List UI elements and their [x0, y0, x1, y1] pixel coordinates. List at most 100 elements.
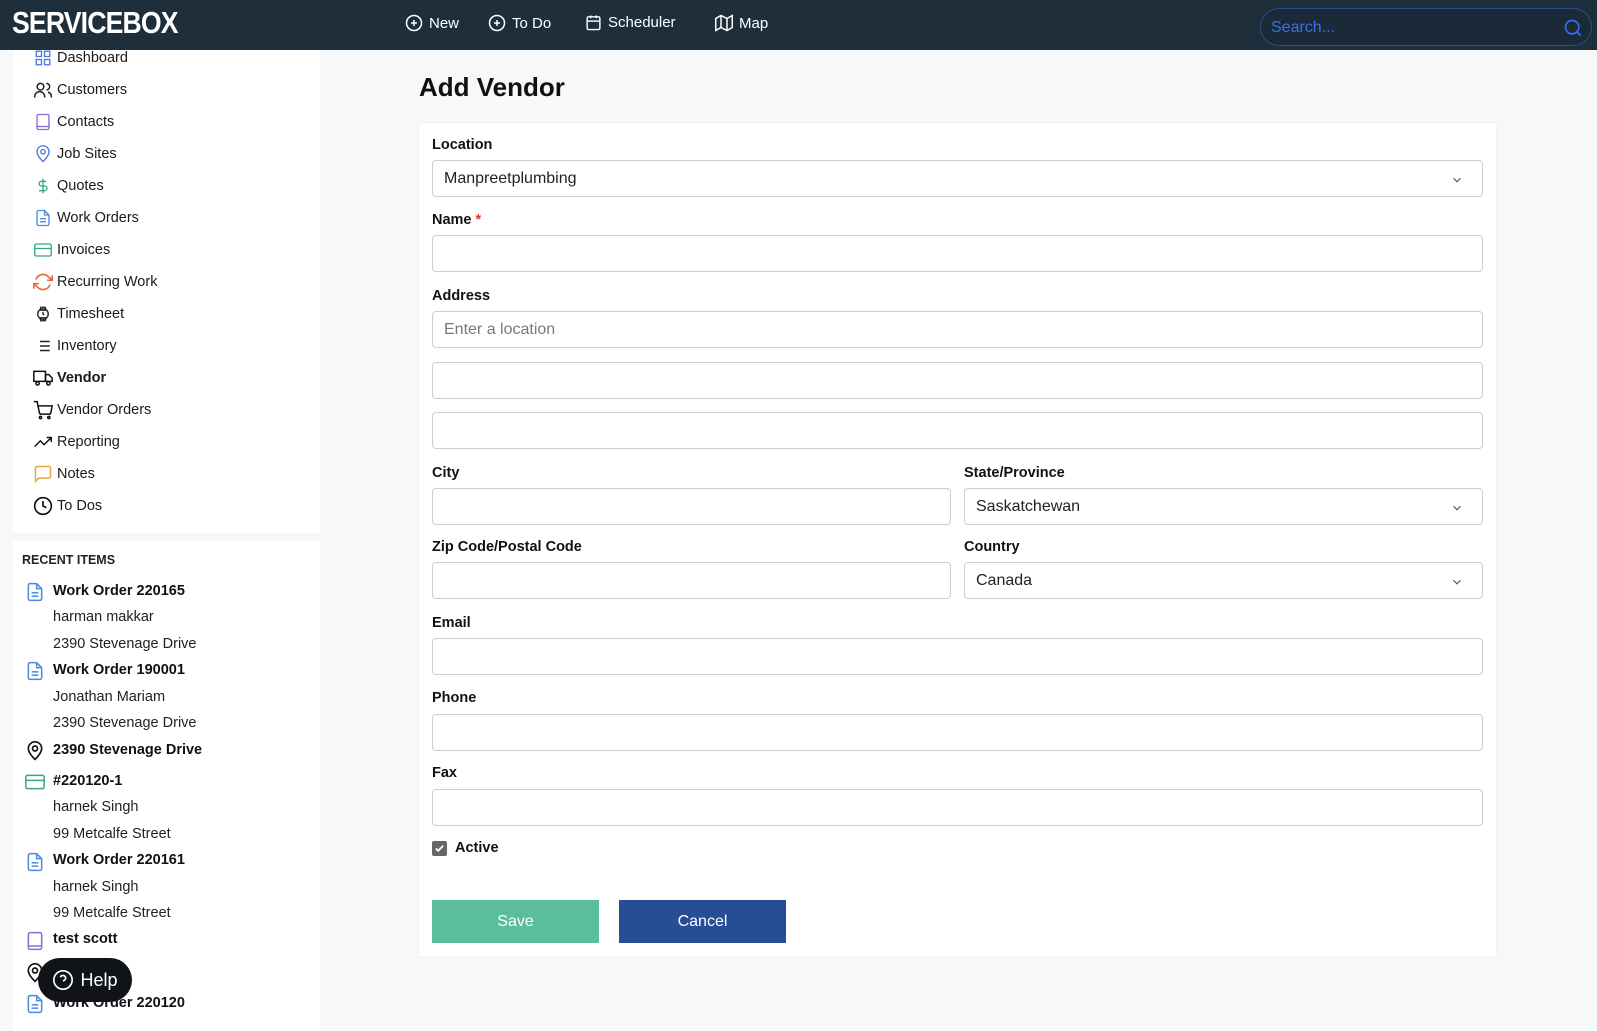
active-checkbox[interactable]: [432, 840, 447, 856]
sidebar-item-reporting[interactable]: Reporting: [31, 430, 120, 454]
top-bar: SERVICEBOX New To Do Scheduler Map: [0, 0, 1597, 50]
grid-icon: [35, 50, 51, 66]
chevron-down-icon: [1453, 177, 1461, 183]
check-icon: [435, 844, 444, 852]
recent-item-title[interactable]: Work Order 190001: [53, 662, 185, 678]
recent-item-title[interactable]: Work Order 220165: [53, 583, 185, 599]
sidebar-item-recurring-work[interactable]: Recurring Work: [31, 270, 157, 294]
state-select[interactable]: Saskatchewan: [964, 488, 1483, 525]
plus-circle-icon: [488, 14, 506, 32]
recent-item-subtitle: harman makkar: [53, 609, 154, 625]
sidebar-item-label: Vendor Orders: [57, 402, 152, 418]
cart-icon: [33, 400, 53, 420]
nav-todo[interactable]: To Do: [488, 14, 551, 32]
recent-item-title[interactable]: #220120-1: [53, 773, 122, 789]
sidebar-item-label: Dashboard: [57, 50, 128, 66]
location-value: Manpreetplumbing: [444, 169, 577, 187]
recent-item-title[interactable]: Work Order 220161: [53, 852, 185, 868]
country-select[interactable]: Canada: [964, 562, 1483, 599]
sidebar-item-label: To Dos: [57, 498, 103, 514]
location-select[interactable]: Manpreetplumbing: [432, 160, 1483, 197]
recent-item-title[interactable]: 2390 Stevenage Drive: [53, 742, 202, 758]
sidebar-item-vendor[interactable]: Vendor: [31, 366, 106, 390]
sidebar-item-invoices[interactable]: Invoices: [31, 238, 110, 262]
name-input[interactable]: [432, 235, 1483, 272]
map-pin-icon: [27, 741, 43, 761]
zip-input[interactable]: [432, 562, 951, 599]
search-input[interactable]: [1271, 17, 1551, 39]
sidebar-item-label: Job Sites: [57, 146, 117, 162]
city-input[interactable]: [432, 488, 951, 525]
required-mark: *: [475, 212, 482, 228]
recent-item-subtitle: 2390 Stevenage Drive: [53, 715, 197, 731]
help-button[interactable]: Help: [38, 958, 132, 1002]
fax-input[interactable]: [432, 789, 1483, 826]
list-icon: [36, 340, 50, 352]
sidebar-item-contacts[interactable]: Contacts: [31, 110, 114, 134]
sidebar-item-work-orders[interactable]: Work Orders: [31, 206, 139, 230]
zip-label: Zip Code/Postal Code: [432, 539, 582, 555]
help-label: Help: [80, 969, 118, 990]
app-logo[interactable]: SERVICEBOX: [12, 5, 179, 41]
sidebar-item-label: Customers: [57, 82, 128, 98]
sidebar-item-notes[interactable]: Notes: [31, 462, 95, 486]
active-label: Active: [455, 840, 499, 856]
truck-icon: [33, 370, 53, 386]
calendar-icon: [586, 15, 601, 31]
country-value: Canada: [976, 571, 1033, 589]
sidebar-item-timesheet[interactable]: Timesheet: [31, 302, 124, 326]
recent-items-title: RECENT ITEMS: [22, 553, 116, 567]
sidebar-item-to-dos[interactable]: To Dos: [31, 494, 102, 518]
nav-map[interactable]: Map: [715, 14, 768, 32]
page-title: Add Vendor: [419, 72, 565, 102]
cancel-button[interactable]: Cancel: [619, 900, 786, 943]
search-icon[interactable]: [1563, 18, 1583, 38]
nav-new[interactable]: New: [405, 14, 459, 32]
save-button[interactable]: Save: [432, 900, 599, 943]
address-line1-input[interactable]: [432, 311, 1483, 348]
sidebar-item-label: Timesheet: [57, 306, 125, 322]
city-label: City: [432, 465, 460, 481]
book-icon: [36, 113, 50, 131]
sidebar-item-customers[interactable]: Customers: [31, 78, 127, 102]
location-label: Location: [432, 137, 493, 153]
document-icon: [27, 661, 43, 681]
book-icon: [27, 931, 43, 951]
nav-scheduler-label: Scheduler: [608, 14, 676, 31]
phone-input[interactable]: [432, 714, 1483, 751]
sidebar-item-quotes[interactable]: Quotes: [31, 174, 104, 198]
chevron-down-icon: [1453, 505, 1461, 511]
dollar-icon: [38, 178, 48, 194]
sidebar: Dashboard Customers Contacts Job Sites Q…: [13, 50, 320, 533]
document-icon: [36, 209, 50, 227]
phone-label: Phone: [432, 690, 477, 706]
address-line2-input[interactable]: [432, 362, 1483, 399]
chevron-down-icon: [1453, 579, 1461, 585]
nav-scheduler[interactable]: Scheduler: [585, 14, 676, 31]
sidebar-item-label: Notes: [57, 466, 95, 482]
address-line3-input[interactable]: [432, 412, 1483, 449]
sidebar-item-label: Vendor: [57, 370, 107, 386]
state-label: State/Province: [964, 465, 1065, 481]
sidebar-item-dashboard[interactable]: Dashboard: [31, 46, 128, 70]
sidebar-item-job-sites[interactable]: Job Sites: [31, 142, 117, 166]
sidebar-item-label: Inventory: [57, 338, 117, 354]
refresh-icon: [33, 273, 53, 291]
message-square-icon: [34, 465, 52, 484]
watch-icon: [37, 306, 49, 322]
help-circle-icon: [53, 970, 74, 990]
users-icon: [33, 82, 53, 98]
recent-item-subtitle: 2390 Stevenage Drive: [53, 636, 197, 652]
recent-item-subtitle: 99 Metcalfe Street: [53, 826, 171, 842]
credit-card-icon: [25, 774, 45, 790]
recent-item-subtitle: harnek Singh: [53, 879, 139, 895]
active-checkbox-row[interactable]: Active: [432, 840, 499, 856]
sidebar-item-label: Contacts: [57, 114, 115, 130]
sidebar-item-vendor-orders[interactable]: Vendor Orders: [31, 398, 151, 422]
sidebar-item-inventory[interactable]: Inventory: [31, 334, 117, 358]
map-icon: [715, 14, 733, 32]
email-input[interactable]: [432, 638, 1483, 675]
credit-card-icon: [34, 243, 52, 257]
recent-item-title[interactable]: test scott: [53, 931, 117, 947]
clock-icon: [33, 496, 53, 516]
